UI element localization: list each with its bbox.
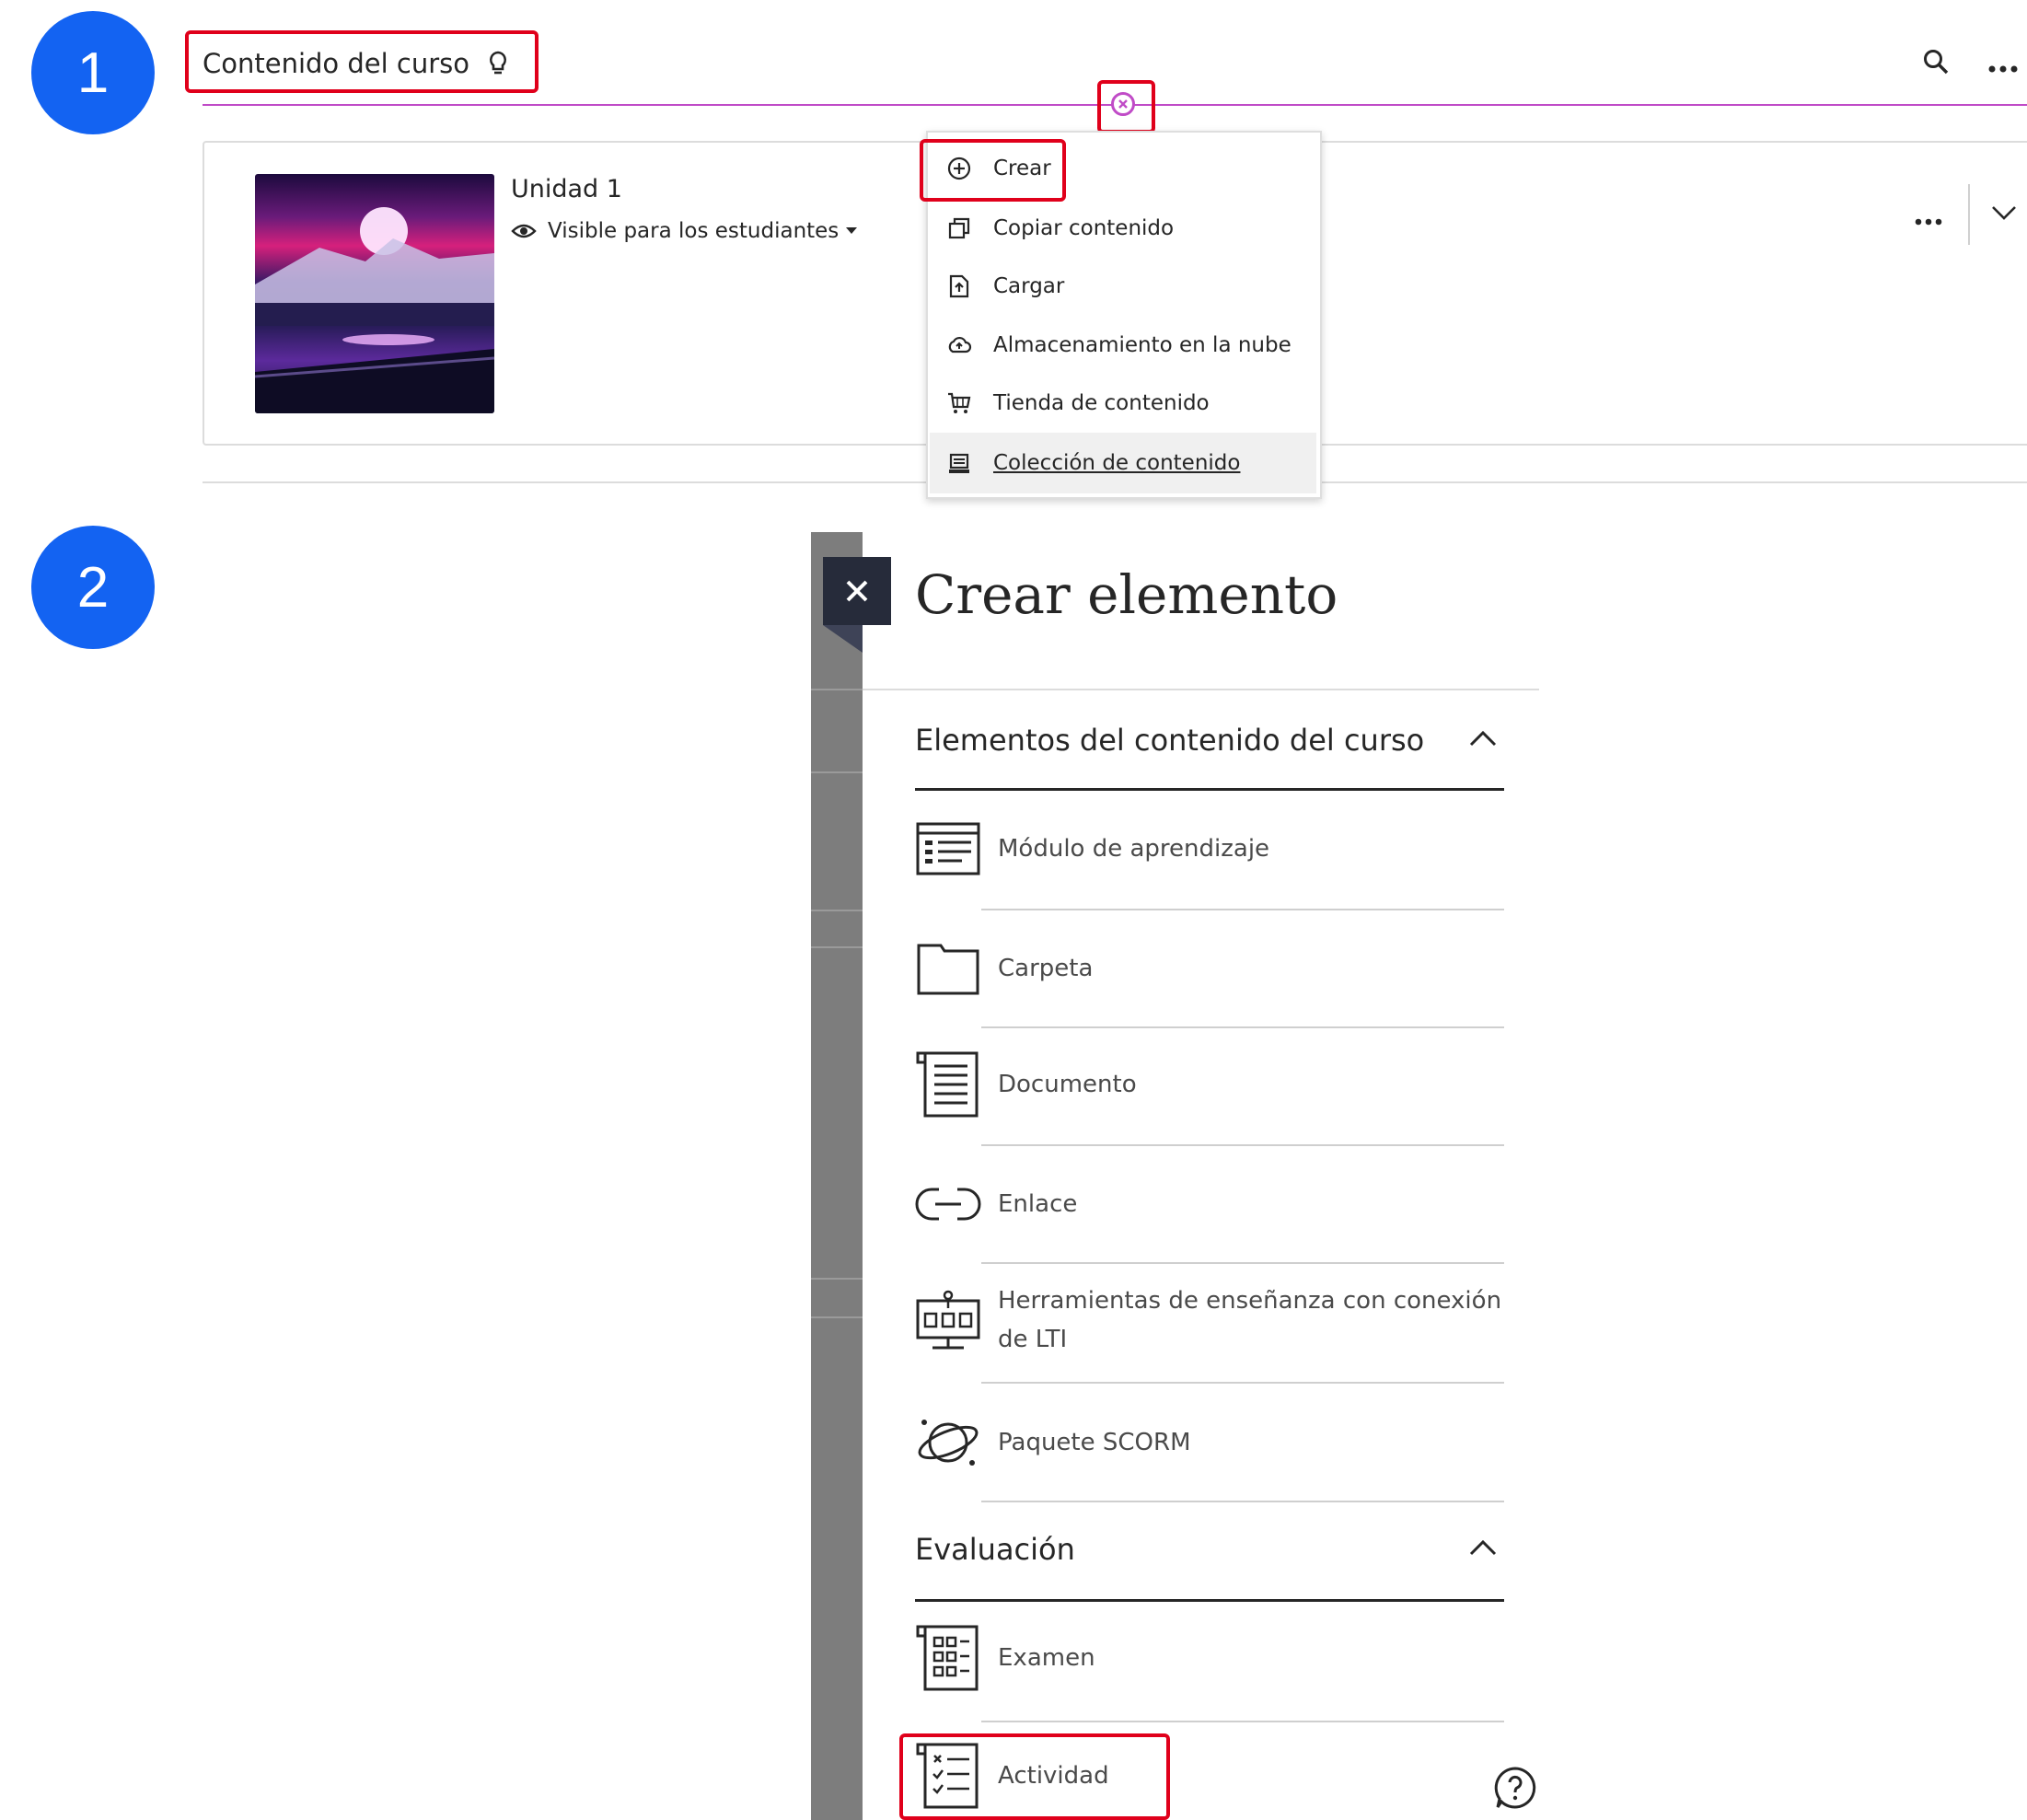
- eye-icon: [511, 222, 537, 240]
- document-icon: [915, 1051, 981, 1118]
- upload-icon: [944, 271, 975, 302]
- item-label: Examen: [998, 1644, 1095, 1672]
- search-icon[interactable]: [1922, 48, 1950, 79]
- chevron-up-icon[interactable]: [1469, 1538, 1497, 1560]
- menu-item-content-collection[interactable]: Colección de contenido: [930, 433, 1316, 493]
- collection-icon: [944, 447, 975, 479]
- section-divider: [915, 788, 1504, 791]
- caret-down-icon: [846, 227, 858, 235]
- step-badge-2: 2: [31, 526, 155, 649]
- cart-icon: [944, 388, 975, 419]
- copy-icon: [944, 213, 975, 244]
- row-divider: [981, 1721, 1504, 1722]
- item-learning-module[interactable]: Módulo de aprendizaje: [915, 816, 1504, 882]
- item-label: Documento: [998, 1071, 1137, 1098]
- menu-item-content-market[interactable]: Tienda de contenido: [930, 376, 1316, 431]
- panel-side-strip: [811, 532, 863, 1820]
- more-icon[interactable]: [1988, 59, 2018, 76]
- highlight-activity: [899, 1733, 1170, 1820]
- row-divider: [981, 1026, 1504, 1028]
- item-exam[interactable]: Examen: [915, 1625, 1504, 1691]
- step-badge-1: 1: [31, 11, 155, 134]
- menu-item-label: Copiar contenido: [993, 216, 1175, 240]
- item-folder[interactable]: Carpeta: [915, 935, 1504, 1002]
- panel-strip-line: [811, 771, 863, 773]
- visibility-label: Visible para los estudiantes: [548, 219, 840, 243]
- menu-item-copy-content[interactable]: Copiar contenido: [930, 201, 1316, 256]
- item-label: Módulo de aprendizaje: [998, 835, 1270, 863]
- link-icon: [915, 1171, 981, 1237]
- item-label: Carpeta: [998, 955, 1094, 982]
- close-button-fold: [823, 625, 863, 653]
- row-divider: [981, 1262, 1504, 1264]
- panel-strip-line: [811, 1278, 863, 1280]
- unit-divider: [1968, 184, 1970, 245]
- highlight-header: [185, 30, 539, 93]
- cloud-icon: [944, 330, 975, 361]
- item-label: Enlace: [998, 1190, 1078, 1218]
- chevron-up-icon[interactable]: [1469, 729, 1497, 751]
- lti-tools-icon: [915, 1287, 981, 1353]
- item-lti-tools[interactable]: Herramientas de enseñanza con conexión d…: [915, 1287, 1504, 1359]
- section-heading-course-content[interactable]: Elementos del contenido del curso: [915, 723, 1424, 758]
- item-label: Herramientas de enseñanza con conexión: [998, 1287, 1502, 1315]
- highlight-add-button: [1097, 80, 1155, 133]
- item-link[interactable]: Enlace: [915, 1171, 1504, 1237]
- exam-icon: [915, 1625, 981, 1691]
- item-label: de LTI: [998, 1326, 1068, 1353]
- unit-more-icon[interactable]: [1915, 212, 1942, 229]
- item-scorm-package[interactable]: Paquete SCORM: [915, 1409, 1504, 1476]
- row-divider: [981, 1144, 1504, 1146]
- unit-title[interactable]: Unidad 1: [511, 175, 622, 203]
- section-heading-assessment[interactable]: Evaluación: [915, 1532, 1075, 1567]
- close-button[interactable]: [823, 557, 891, 625]
- help-icon[interactable]: [1493, 1766, 1537, 1814]
- menu-item-label: Tienda de contenido: [993, 391, 1210, 415]
- close-icon: [846, 580, 868, 602]
- learning-module-icon: [915, 816, 981, 882]
- panel-title-divider: [863, 689, 1539, 690]
- panel-strip-line: [811, 1316, 863, 1318]
- panel-strip-line: [811, 689, 863, 690]
- panel-strip-line: [811, 946, 863, 948]
- item-document[interactable]: Documento: [915, 1051, 1504, 1118]
- chevron-down-icon[interactable]: [1991, 204, 2017, 225]
- scorm-icon: [915, 1409, 981, 1476]
- row-divider: [981, 1382, 1504, 1384]
- item-label: Paquete SCORM: [998, 1429, 1191, 1456]
- panel-title: Crear elemento: [915, 563, 1338, 626]
- section-divider: [915, 1599, 1504, 1602]
- highlight-create: [920, 139, 1066, 202]
- folder-icon: [915, 935, 981, 1002]
- menu-item-label: Cargar: [993, 274, 1065, 298]
- panel-strip-line: [811, 910, 863, 911]
- visibility-selector[interactable]: Visible para los estudiantes: [511, 219, 858, 243]
- unit-thumbnail: [255, 174, 494, 413]
- menu-item-label: Colección de contenido: [993, 451, 1241, 475]
- item-label-group: Herramientas de enseñanza con conexión d…: [998, 1281, 1501, 1359]
- menu-item-cloud-storage[interactable]: Almacenamiento en la nube: [930, 318, 1316, 373]
- row-divider: [981, 1501, 1504, 1502]
- menu-item-upload[interactable]: Cargar: [930, 259, 1316, 314]
- menu-item-label: Almacenamiento en la nube: [993, 333, 1291, 357]
- row-divider: [981, 909, 1504, 910]
